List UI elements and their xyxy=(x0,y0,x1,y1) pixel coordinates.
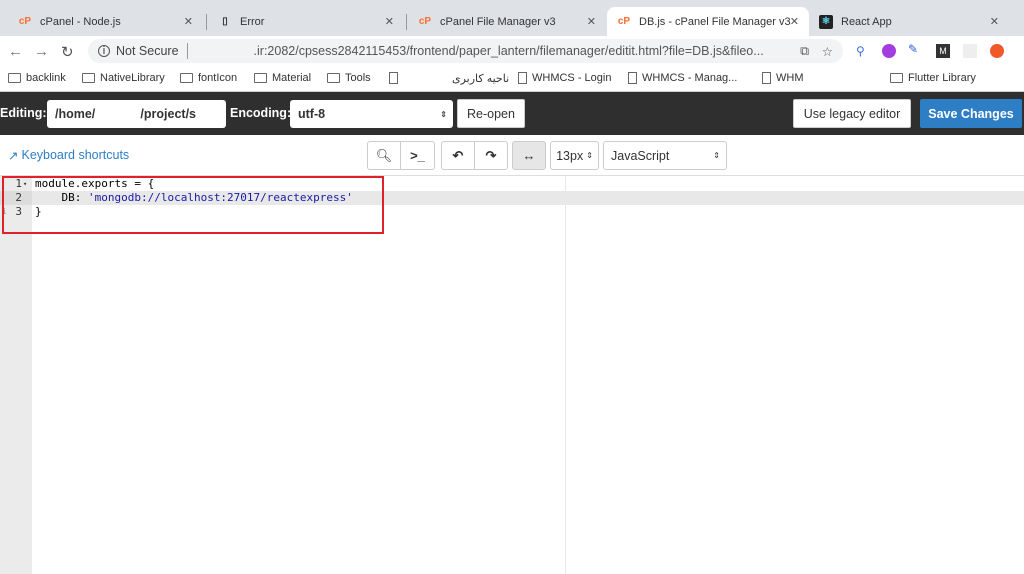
extension-icon[interactable] xyxy=(882,44,896,58)
code-editor[interactable]: 1 ▾ module.exports = { 2 DB: 'mongodb://l… xyxy=(0,175,1024,574)
tab-dbjs[interactable]: cP DB.js - cPanel File Manager v3 ✕ xyxy=(607,7,809,36)
cpanel-icon: cP xyxy=(418,16,432,27)
bookmarks-bar: backlink NativeLibrary fontIcon Material… xyxy=(0,66,1024,92)
path-field[interactable]: /home/ /project/s xyxy=(47,100,226,128)
select-arrows-icon: ⇕ xyxy=(713,151,720,160)
bookmark[interactable]: Material xyxy=(254,72,311,84)
print-margin xyxy=(565,176,566,574)
page-icon xyxy=(389,72,398,84)
bookmark[interactable] xyxy=(389,72,403,84)
close-icon[interactable]: ✕ xyxy=(385,15,394,28)
cpanel-icon: cP xyxy=(18,16,32,27)
address-bar-row: ← → ↻ i Not Secure .ir:2082/cpsess284211… xyxy=(0,36,1024,66)
line-gutter xyxy=(0,176,32,574)
editor-header: Editing: /home/ /project/s Encoding: utf… xyxy=(0,92,1024,135)
tab-error[interactable]: ▯ Error ✕ xyxy=(208,7,404,36)
cpanel-icon: cP xyxy=(617,16,631,27)
undo-icon: ↶ xyxy=(452,147,464,163)
extension-icon[interactable]: ⚲ xyxy=(856,44,865,58)
folder-icon xyxy=(254,73,267,83)
info-icon: i xyxy=(98,45,110,57)
bookmark[interactable]: WHMCS - Login xyxy=(518,72,611,84)
url-bar[interactable]: i Not Secure .ir:2082/cpsess2842115453/f… xyxy=(88,39,843,63)
close-icon[interactable]: ✕ xyxy=(990,15,999,28)
save-changes-button[interactable]: Save Changes xyxy=(920,99,1022,128)
page-icon xyxy=(762,72,771,84)
back-icon[interactable]: ← xyxy=(8,43,23,60)
extension-m-icon[interactable]: M xyxy=(936,44,950,58)
search-icon: 🔍︎ xyxy=(375,147,393,163)
folder-icon xyxy=(890,73,903,83)
folder-icon xyxy=(82,73,95,83)
keyboard-shortcuts-link[interactable]: ↗ Keyboard shortcuts xyxy=(8,148,129,163)
star-icon[interactable]: ☆ xyxy=(822,44,833,59)
undo-button[interactable]: ↶ xyxy=(441,141,475,170)
page-icon xyxy=(628,72,637,84)
highlight-annotation xyxy=(2,176,384,234)
react-icon: ⚛ xyxy=(819,14,833,29)
wrap-toggle-button[interactable]: ↔ xyxy=(512,141,546,170)
folder-icon xyxy=(8,73,21,83)
editor-toolbar: ↗ Keyboard shortcuts 🔍︎ >_ ↶ ↷ ↔ 13px ⇕ Ja… xyxy=(0,135,1024,175)
tab-react-app[interactable]: ⚛ React App ✕ xyxy=(809,7,1009,36)
bookmark[interactable]: Flutter Library xyxy=(890,72,976,84)
close-icon[interactable]: ✕ xyxy=(790,15,799,28)
tab-cpanel-nodejs[interactable]: cP cPanel - Node.js ✕ xyxy=(8,7,203,36)
wrap-icon: ↔ xyxy=(522,148,536,163)
mode-select[interactable]: JavaScript ⇕ xyxy=(603,141,727,170)
bookmark[interactable]: Tools xyxy=(327,72,371,84)
select-arrows-icon: ⇕ xyxy=(586,151,593,160)
bookmark[interactable]: NativeLibrary xyxy=(82,72,165,84)
goto-line-button[interactable]: >_ xyxy=(400,141,435,170)
reopen-button[interactable]: Re-open xyxy=(457,99,525,128)
external-link-icon: ↗ xyxy=(8,149,19,163)
close-icon[interactable]: ✕ xyxy=(587,15,596,28)
terminal-icon: >_ xyxy=(410,148,425,163)
search-button[interactable]: 🔍︎ xyxy=(367,141,401,170)
page-icon: ▯ xyxy=(222,16,228,27)
extension-icon[interactable] xyxy=(990,44,1004,58)
close-icon[interactable]: ✕ xyxy=(184,15,193,28)
folder-icon xyxy=(180,73,193,83)
tab-bar: cP cPanel - Node.js ✕ ▯ Error ✕ cP cPanel Fil… xyxy=(0,0,1024,36)
forward-icon[interactable]: → xyxy=(34,43,49,60)
select-arrows-icon: ⇕ xyxy=(440,109,447,119)
redo-button[interactable]: ↷ xyxy=(474,141,508,170)
bookmark[interactable]: backlink xyxy=(8,72,66,84)
redo-icon: ↷ xyxy=(485,147,497,163)
page-icon xyxy=(518,72,527,84)
encoding-select[interactable]: utf-8 ⇕ xyxy=(290,100,453,128)
legacy-editor-button[interactable]: Use legacy editor xyxy=(793,99,911,128)
font-size-select[interactable]: 13px ⇕ xyxy=(550,141,599,170)
eyedropper-icon[interactable]: ✎ xyxy=(908,42,918,56)
tab-file-manager[interactable]: cP cPanel File Manager v3 ✕ xyxy=(408,7,606,36)
bookmark[interactable]: ناحیه کاربری xyxy=(452,72,509,85)
translate-icon[interactable]: ⧉ xyxy=(800,44,809,59)
reload-icon[interactable]: ↻ xyxy=(61,43,74,61)
bookmark[interactable]: WHM xyxy=(762,72,804,84)
folder-icon xyxy=(327,73,340,83)
bookmark[interactable]: WHMCS - Manag... xyxy=(628,72,737,84)
extension-icon[interactable] xyxy=(963,44,977,58)
bookmark[interactable]: fontIcon xyxy=(180,72,237,84)
